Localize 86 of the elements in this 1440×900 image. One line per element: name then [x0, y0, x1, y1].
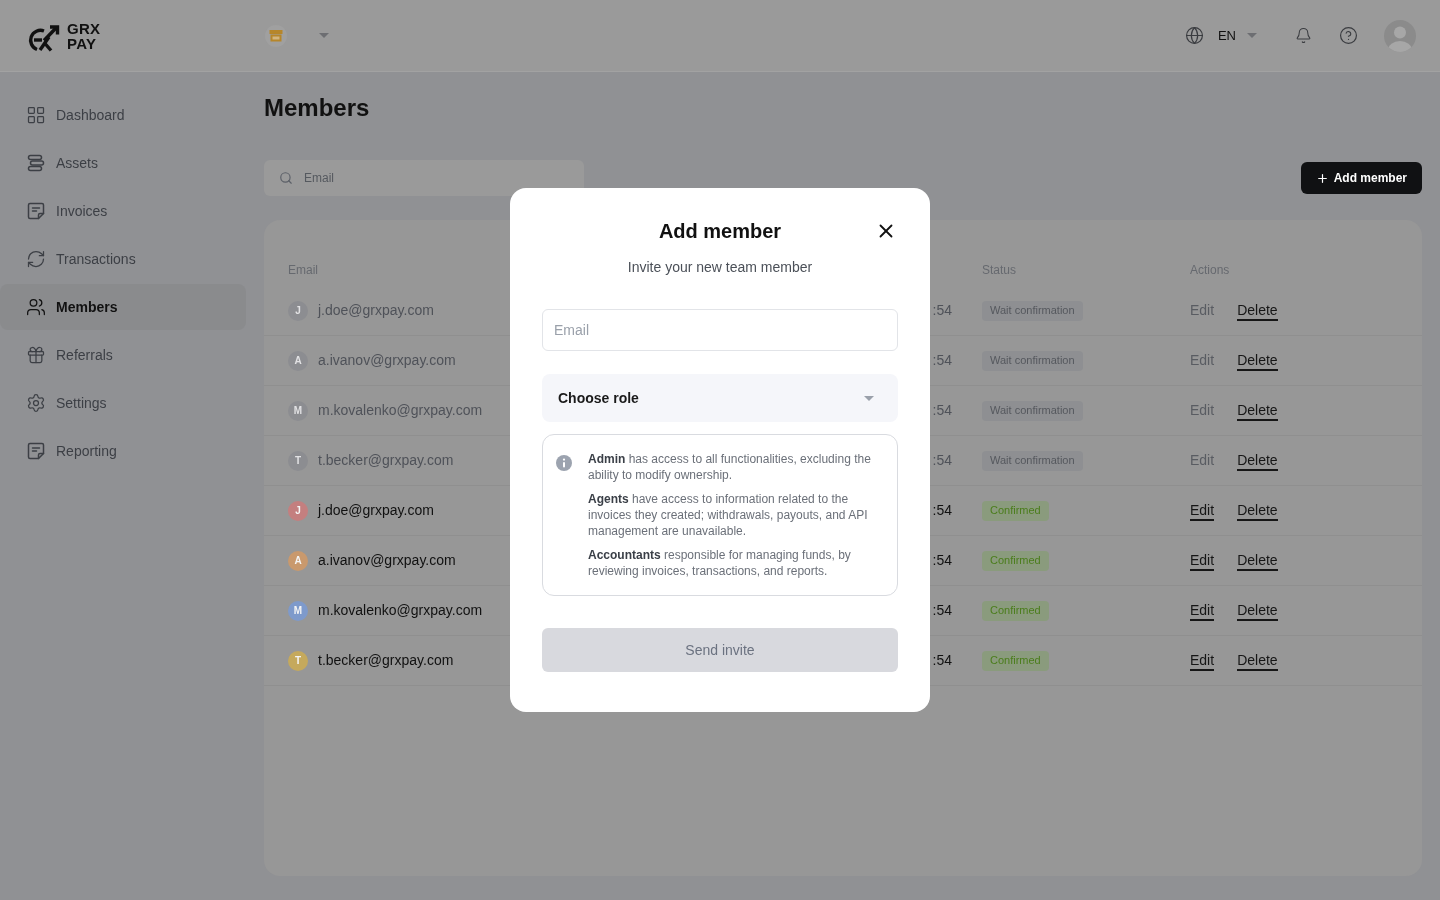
dialog-subtitle: Invite your new team member — [626, 258, 814, 277]
sidebar-item[interactable]: Settings — [0, 380, 246, 426]
initial-avatar: M — [288, 400, 308, 421]
delete-link[interactable]: Delete — [1237, 650, 1278, 671]
store-switcher[interactable] — [265, 24, 329, 47]
initial-avatar: T — [288, 450, 308, 471]
status-tag: Confirmed — [982, 600, 1049, 621]
initial-avatar: A — [288, 350, 308, 371]
settings-icon — [26, 393, 46, 413]
caret-icon — [864, 395, 874, 401]
add-member-button[interactable]: Add member — [1300, 162, 1422, 194]
time-text: :54 — [932, 402, 952, 418]
status-tag: Wait confirmation — [982, 350, 1083, 371]
initial-avatar: M — [288, 600, 308, 621]
bell-icon — [1295, 27, 1312, 44]
initial-avatar: T — [288, 650, 308, 671]
sidebar-item[interactable]: Reporting — [0, 428, 246, 474]
status-tag: Confirmed — [982, 550, 1049, 571]
status-tag: Confirmed — [982, 650, 1049, 671]
status-tag: Wait confirmation — [982, 400, 1083, 421]
gift-icon — [26, 345, 46, 365]
time-text: :54 — [932, 452, 952, 468]
status-tag: Wait confirmation — [982, 450, 1083, 471]
search-icon — [279, 171, 293, 185]
notifications-button[interactable] — [1295, 27, 1312, 44]
role-description: Accountants responsible for managing funds, by reviewing invoices, transactions, and reports. — [588, 547, 852, 579]
time-text: :54 — [932, 352, 952, 368]
delete-link[interactable]: Delete — [1237, 450, 1278, 471]
email-text: t.becker@grxpay.com — [318, 451, 454, 470]
dialog-title: Add member — [658, 219, 782, 244]
delete-link[interactable]: Delete — [1237, 350, 1278, 371]
language-select[interactable]: EN — [1184, 25, 1257, 46]
help-button[interactable] — [1339, 26, 1358, 45]
caret-icon — [1247, 33, 1257, 38]
note-icon — [26, 441, 46, 461]
users-icon — [26, 297, 46, 317]
caret-icon — [319, 33, 329, 38]
delete-link[interactable]: Delete — [1237, 300, 1278, 321]
sidebar-item[interactable]: Transactions — [0, 236, 246, 282]
status-tag: Wait confirmation — [982, 300, 1083, 321]
edit-link[interactable]: Edit — [1190, 550, 1215, 571]
sidebar-item[interactable]: Members — [0, 284, 246, 330]
time-text: :54 — [932, 302, 952, 318]
time-text: :54 — [932, 502, 952, 518]
delete-link[interactable]: Delete — [1237, 550, 1278, 571]
delete-link[interactable]: Delete — [1237, 500, 1278, 521]
edit-link[interactable]: Edit — [1190, 600, 1215, 621]
email-text: m.kovalenko@grxpay.com — [318, 601, 483, 620]
edit-link[interactable]: Edit — [1190, 500, 1215, 521]
note-icon — [26, 201, 46, 221]
search-field[interactable]: Email — [264, 160, 584, 196]
stack-icon — [26, 153, 46, 173]
delete-link[interactable]: Delete — [1237, 600, 1278, 621]
email-text: a.ivanov@grxpay.com — [318, 351, 456, 370]
edit-link[interactable]: Edit — [1190, 650, 1215, 671]
role-select[interactable]: Choose role — [542, 374, 898, 422]
time-text: :54 — [932, 652, 952, 668]
grid-icon — [26, 105, 46, 125]
sidebar-item[interactable]: Invoices — [0, 188, 246, 234]
time-text: :54 — [932, 602, 952, 618]
logo-text: GRX PAY — [67, 20, 101, 51]
sidebar-item[interactable]: Dashboard — [0, 92, 246, 138]
email-text: m.kovalenko@grxpay.com — [318, 401, 483, 420]
role-description: Admin has access to all functionalities, excluding the ability to modify ownership. — [588, 451, 872, 483]
email-text: j.doe@grxpay.com — [318, 301, 434, 320]
sidebar-item[interactable]: Assets — [0, 140, 246, 186]
email-text: j.doe@grxpay.com — [318, 501, 434, 520]
email-text: t.becker@grxpay.com — [318, 651, 454, 670]
initial-avatar: J — [288, 500, 308, 521]
role-description: Agents have access to information related to the invoices they created; withdrawals, payouts, and API management are unavailable. — [588, 491, 869, 539]
time-text: :54 — [932, 552, 952, 568]
initial-avatar: J — [288, 300, 308, 321]
info-icon — [556, 455, 572, 471]
store-icon — [265, 24, 287, 47]
delete-link[interactable]: Delete — [1237, 400, 1278, 421]
globe-icon — [1184, 26, 1204, 45]
page-title: Members — [264, 93, 371, 123]
plus-icon — [1315, 171, 1329, 185]
refresh-icon — [26, 249, 46, 269]
email-text: a.ivanov@grxpay.com — [318, 551, 456, 570]
initial-avatar: A — [288, 550, 308, 571]
avatar-icon — [1384, 19, 1416, 52]
email-input[interactable]: Email — [542, 309, 898, 351]
status-tag: Confirmed — [982, 500, 1049, 521]
help-icon — [1339, 26, 1358, 45]
sidebar-item[interactable]: Referrals — [0, 332, 246, 378]
